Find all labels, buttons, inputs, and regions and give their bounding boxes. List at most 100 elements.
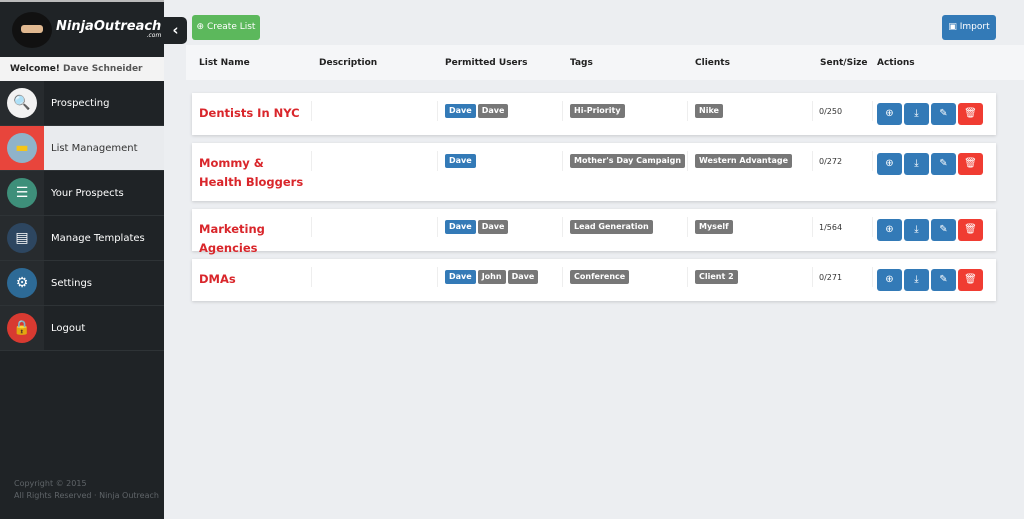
sidebar-item-settings[interactable]: ⚙ Settings xyxy=(0,261,164,306)
create-list-button[interactable]: ⊕ Create List xyxy=(192,15,260,40)
lock-icon: 🔒 xyxy=(7,313,37,343)
column-header: Actions xyxy=(877,58,915,68)
welcome-bar: Welcome! Dave Schneider xyxy=(0,57,164,81)
tag-badge: Conference xyxy=(570,270,630,284)
nav-icon-cell: ☰ xyxy=(0,171,44,215)
column-divider xyxy=(687,217,688,237)
edit-icon: ✎ xyxy=(939,224,948,235)
column-header: Permitted Users xyxy=(445,58,528,68)
column-header: Tags xyxy=(570,58,593,68)
list-name-link[interactable]: Marketing Agencies xyxy=(199,220,309,258)
nav-icon-cell: 🔍 xyxy=(0,81,44,125)
sidebar-item-label: Manage Templates xyxy=(51,233,145,244)
download-icon: ⤓ xyxy=(914,274,919,285)
sidebar-item-list-management[interactable]: ▬ List Management xyxy=(0,126,164,171)
column-divider xyxy=(872,217,873,237)
client-badge: Myself xyxy=(695,220,733,234)
table-row: DMAs Dave John Dave Conference Client 2 0/271 ⊕… xyxy=(192,259,996,301)
folder-icon: ▬ xyxy=(7,133,37,163)
magnifier-icon: 🔍 xyxy=(7,88,37,118)
sidebar-item-label: List Management xyxy=(44,126,164,170)
sent-size: 0/250 xyxy=(819,107,843,116)
delete-button[interactable]: 🗑 xyxy=(958,219,983,241)
edit-button[interactable]: ✎ xyxy=(931,153,956,175)
permitted-users-cell: Dave John Dave xyxy=(445,270,539,284)
edit-button[interactable]: ✎ xyxy=(931,219,956,241)
user-badge: Dave xyxy=(477,104,509,118)
sidebar-item-label: Settings xyxy=(51,278,93,289)
table-header: List Name Description Permitted Users Tags C… xyxy=(186,45,1024,80)
column-divider xyxy=(437,151,438,171)
tags-cell: Conference xyxy=(570,270,630,284)
nav-icon-cell: 🔒 xyxy=(0,306,44,350)
trash-icon: 🗑 xyxy=(964,108,977,119)
sidebar-item-label: Prospecting xyxy=(51,98,110,109)
nav-icon-cell: ▬ xyxy=(0,126,44,170)
list-name-link[interactable]: Mommy & Health Bloggers xyxy=(199,154,309,192)
sidebar-item-label: Your Prospects xyxy=(51,188,124,199)
column-divider xyxy=(812,267,813,287)
clients-cell: Myself xyxy=(695,220,733,234)
sidebar-item-your-prospects[interactable]: ☰ Your Prospects xyxy=(0,171,164,216)
list-name-link[interactable]: DMAs xyxy=(199,270,309,289)
nav-icon-cell: ▤ xyxy=(0,216,44,260)
column-divider xyxy=(311,217,312,237)
permitted-users-cell: Dave xyxy=(445,154,476,168)
import-button[interactable]: ▣ Import xyxy=(942,15,996,40)
plus-circle-icon: ⊕ xyxy=(885,108,894,119)
sent-size: 0/272 xyxy=(819,157,843,166)
column-divider xyxy=(812,101,813,121)
sidebar-item-logout[interactable]: 🔒 Logout xyxy=(0,306,164,351)
column-divider xyxy=(812,217,813,237)
column-header: Description xyxy=(319,58,378,68)
column-divider xyxy=(562,101,563,121)
add-button[interactable]: ⊕ xyxy=(877,219,902,241)
column-divider xyxy=(687,151,688,171)
column-divider xyxy=(812,151,813,171)
collapse-sidebar-button[interactable]: ‹ xyxy=(164,17,187,44)
column-header: Sent/Size xyxy=(820,58,868,68)
trash-icon: 🗑 xyxy=(964,158,977,169)
row-actions: ⊕ ⤓ ✎ 🗑 xyxy=(877,219,983,241)
delete-button[interactable]: 🗑 xyxy=(958,103,983,125)
rights-line: All Rights Reserved · Ninja Outreach xyxy=(14,491,159,500)
download-button[interactable]: ⤓ xyxy=(904,269,929,291)
tags-cell: Mother's Day Campaign xyxy=(570,154,686,168)
tags-cell: Lead Generation xyxy=(570,220,653,234)
sidebar-item-manage-templates[interactable]: ▤ Manage Templates xyxy=(0,216,164,261)
import-label: Import xyxy=(959,22,990,32)
sidebar-item-prospecting[interactable]: 🔍 Prospecting xyxy=(0,81,164,126)
trash-icon: 🗑 xyxy=(964,274,977,285)
client-badge: Western Advantage xyxy=(695,154,793,168)
add-button[interactable]: ⊕ xyxy=(877,153,902,175)
download-icon: ⤓ xyxy=(914,224,919,235)
sidebar: NinjaOutreach .com Welcome! Dave Schneide… xyxy=(0,0,164,519)
column-divider xyxy=(437,101,438,121)
column-divider xyxy=(687,267,688,287)
permitted-users-cell: Dave Dave xyxy=(445,104,509,118)
sent-size: 0/271 xyxy=(819,273,843,282)
row-actions: ⊕ ⤓ ✎ 🗑 xyxy=(877,269,983,291)
column-divider xyxy=(562,267,563,287)
delete-button[interactable]: 🗑 xyxy=(958,153,983,175)
sent-size: 1/564 xyxy=(819,223,843,232)
sidebar-item-label: Logout xyxy=(51,323,86,334)
download-button[interactable]: ⤓ xyxy=(904,219,929,241)
add-button[interactable]: ⊕ xyxy=(877,269,902,291)
user-badge: Dave xyxy=(445,104,476,118)
edit-button[interactable]: ✎ xyxy=(931,103,956,125)
download-button[interactable]: ⤓ xyxy=(904,153,929,175)
nav-menu: 🔍 Prospecting ▬ List Management ☰ Your Prospe… xyxy=(0,81,164,351)
list-name-link[interactable]: Dentists In NYC xyxy=(199,104,309,123)
delete-button[interactable]: 🗑 xyxy=(958,269,983,291)
create-list-label: Create List xyxy=(206,22,256,32)
plus-circle-icon: ⊕ xyxy=(885,224,894,235)
logo[interactable]: NinjaOutreach .com xyxy=(0,0,164,57)
row-actions: ⊕ ⤓ ✎ 🗑 xyxy=(877,103,983,125)
edit-button[interactable]: ✎ xyxy=(931,269,956,291)
ninja-logo-icon xyxy=(12,11,52,48)
download-button[interactable]: ⤓ xyxy=(904,103,929,125)
column-header: Clients xyxy=(695,58,730,68)
brand-name: NinjaOutreach xyxy=(56,19,162,34)
add-button[interactable]: ⊕ xyxy=(877,103,902,125)
